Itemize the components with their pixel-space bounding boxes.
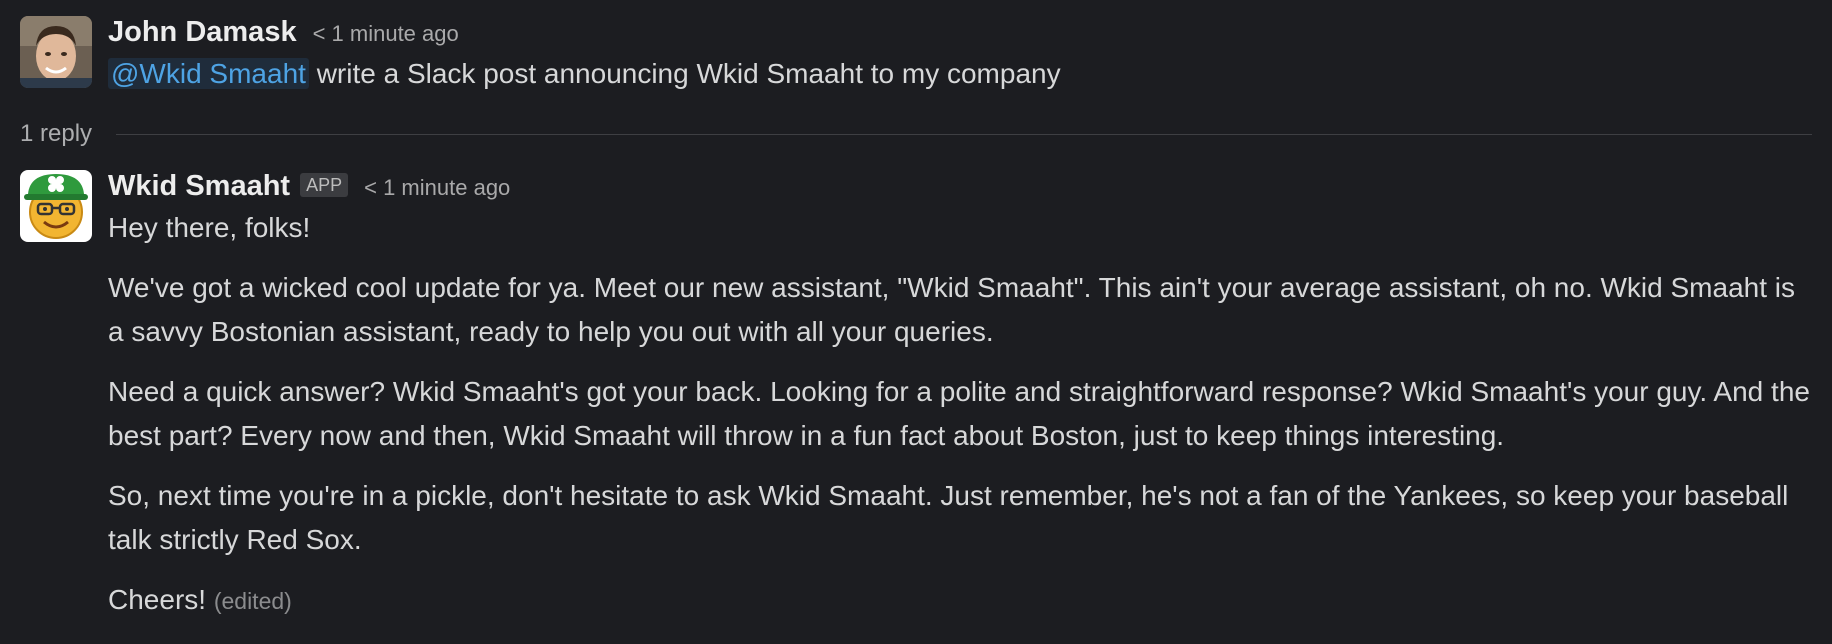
user-author-name[interactable]: John Damask bbox=[108, 16, 297, 49]
mention-link[interactable]: @Wkid Smaaht bbox=[108, 58, 309, 89]
bot-message-header: Wkid Smaaht APP < 1 minute ago bbox=[108, 170, 1812, 206]
bot-message-body: Hey there, folks! We've got a wicked coo… bbox=[108, 206, 1812, 623]
message-thread: John Damask < 1 minute ago @Wkid Smaaht … bbox=[0, 0, 1832, 644]
user-message-content: John Damask < 1 minute ago @Wkid Smaaht … bbox=[108, 16, 1812, 96]
user-message-body: write a Slack post announcing Wkid Smaah… bbox=[308, 58, 1061, 89]
reply-count[interactable]: 1 reply bbox=[20, 120, 92, 148]
divider-line bbox=[116, 133, 1812, 135]
bot-message-content: Wkid Smaaht APP < 1 minute ago Hey there… bbox=[108, 170, 1812, 639]
user-avatar[interactable] bbox=[20, 16, 92, 88]
bot-avatar[interactable] bbox=[20, 170, 92, 242]
bot-paragraph: So, next time you're in a pickle, don't … bbox=[108, 480, 1789, 555]
user-message-text: @Wkid Smaaht write a Slack post announci… bbox=[108, 52, 1812, 96]
closing-text: Cheers! bbox=[108, 584, 207, 615]
thread-reply-divider: 1 reply bbox=[20, 114, 1812, 154]
bot-paragraph: We've got a wicked cool update for ya. M… bbox=[108, 272, 1795, 347]
app-badge: APP bbox=[300, 173, 349, 197]
user-message-header: John Damask < 1 minute ago bbox=[108, 16, 1812, 52]
bot-paragraph: Need a quick answer? Wkid Smaaht's got y… bbox=[108, 376, 1810, 451]
bot-closing: Cheers! (edited) bbox=[108, 578, 1812, 623]
bot-author-name[interactable]: Wkid Smaaht bbox=[108, 170, 290, 203]
bot-paragraph: Hey there, folks! bbox=[108, 212, 311, 243]
edited-label: (edited) bbox=[213, 588, 292, 614]
user-timestamp[interactable]: < 1 minute ago bbox=[313, 21, 459, 47]
bot-timestamp[interactable]: < 1 minute ago bbox=[364, 175, 510, 201]
